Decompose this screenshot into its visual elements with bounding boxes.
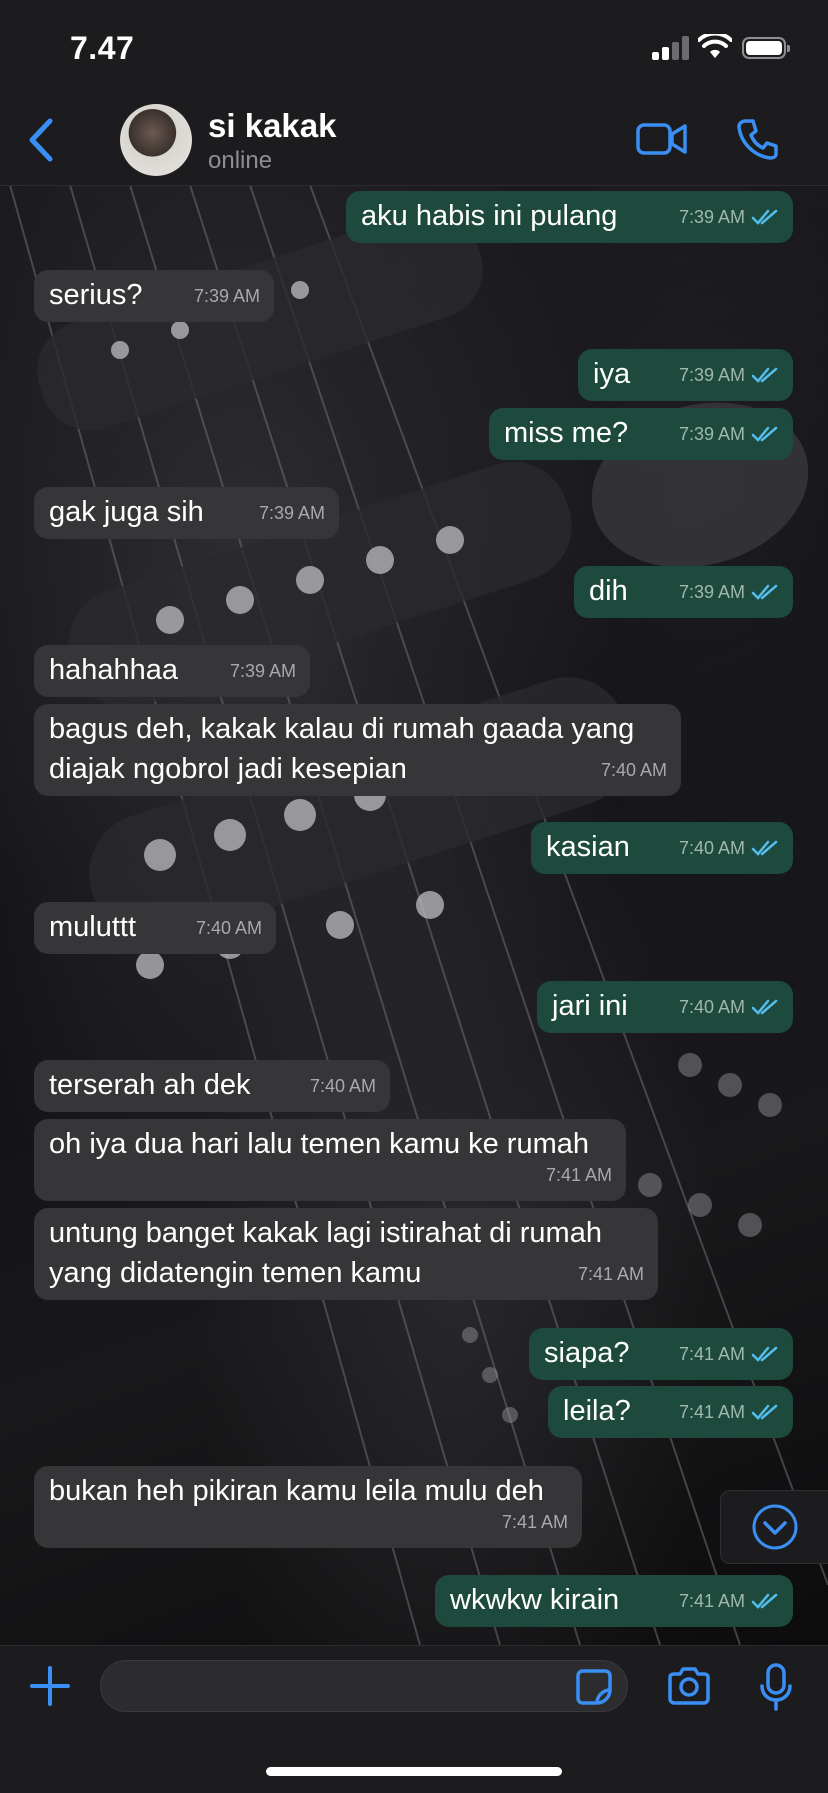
chevron-down-circle-icon [752, 1504, 798, 1550]
phone-icon[interactable] [736, 117, 780, 161]
double-check-icon [751, 1593, 778, 1609]
double-check-icon [751, 1404, 778, 1420]
double-check-icon [751, 1346, 778, 1362]
message-outgoing[interactable]: aku habis ini pulang 7:39 AM [346, 191, 793, 243]
message-outgoing[interactable]: iya 7:39 AM [578, 349, 793, 401]
sticker-icon[interactable] [575, 1668, 613, 1706]
message-incoming[interactable]: untung banget kakak lagi istirahat di ru… [34, 1208, 658, 1300]
message-incoming[interactable]: bagus deh, kakak kalau di rumah gaada ya… [34, 704, 681, 796]
double-check-icon [751, 367, 778, 383]
status-time: 7.47 [70, 30, 135, 66]
message-incoming[interactable]: serius? 7:39 AM [34, 270, 274, 322]
message-incoming[interactable]: muluttt 7:40 AM [34, 902, 276, 954]
message-outgoing[interactable]: kasian 7:40 AM [531, 822, 793, 874]
double-check-icon [751, 999, 778, 1015]
microphone-icon[interactable] [758, 1662, 794, 1712]
message-outgoing[interactable]: siapa? 7:41 AM [529, 1328, 793, 1380]
message-outgoing[interactable]: jari ini 7:40 AM [537, 981, 793, 1033]
home-indicator[interactable] [266, 1767, 562, 1776]
camera-icon[interactable] [666, 1666, 712, 1706]
double-check-icon [751, 426, 778, 442]
message-input[interactable] [100, 1660, 628, 1712]
double-check-icon [751, 584, 778, 600]
message-incoming[interactable]: terserah ah dek 7:40 AM [34, 1060, 390, 1112]
double-check-icon [751, 209, 778, 225]
scroll-to-bottom-button[interactable] [720, 1490, 828, 1564]
double-check-icon [751, 840, 778, 856]
message-outgoing[interactable]: miss me? 7:39 AM [489, 408, 793, 460]
message-incoming[interactable]: bukan heh pikiran kamu leila mulu deh 7:… [34, 1466, 582, 1548]
message-incoming[interactable]: gak juga sih 7:39 AM [34, 487, 339, 539]
battery-icon [742, 37, 790, 59]
contact-name[interactable]: si kakak [208, 107, 336, 145]
message-outgoing[interactable]: dih 7:39 AM [574, 566, 793, 618]
contact-status: online [208, 147, 273, 174]
message-outgoing[interactable]: leila? 7:41 AM [548, 1386, 793, 1438]
message-incoming[interactable]: oh iya dua hari lalu temen kamu ke rumah… [34, 1119, 626, 1201]
video-camera-icon[interactable] [636, 119, 688, 159]
plus-icon[interactable] [28, 1664, 72, 1708]
chat-header: si kakak online [0, 95, 828, 186]
message-outgoing[interactable]: wkwkw kirain 7:41 AM [435, 1575, 793, 1627]
status-bar: 7.47 [0, 0, 828, 95]
wifi-icon [698, 34, 732, 58]
message-incoming[interactable]: hahahhaa 7:39 AM [34, 645, 310, 697]
chevron-left-icon[interactable] [22, 117, 62, 163]
avatar[interactable] [120, 104, 192, 176]
cellular-signal-icon [652, 36, 690, 60]
